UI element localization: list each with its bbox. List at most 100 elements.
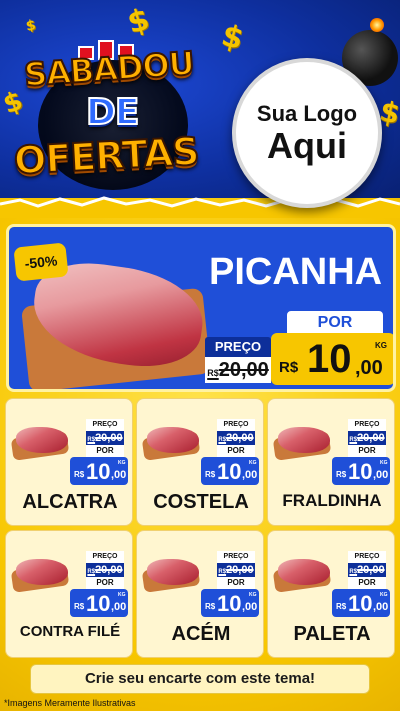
product-card[interactable]: PREÇO R$20,00 POR R$ 10 ,00 KG FRALDINHA	[267, 398, 395, 526]
product-image	[16, 427, 68, 453]
product-image	[278, 427, 330, 453]
discount-badge: -50%	[13, 242, 69, 282]
price-integer: 10	[86, 591, 111, 616]
product-card[interactable]: PREÇO R$20,00 POR R$ 10 ,00 KG COSTELA	[136, 398, 264, 526]
price-unit: KG	[118, 460, 126, 466]
preco-label: PREÇO	[86, 419, 124, 431]
preco-label: PREÇO	[217, 419, 255, 431]
por-label: POR	[217, 577, 255, 589]
old-price: R$20,00	[348, 563, 386, 577]
old-price-value: 20,00	[357, 432, 385, 444]
price-currency: R$	[336, 602, 347, 611]
old-price-currency: R$	[349, 569, 358, 575]
price-currency: R$	[336, 470, 347, 479]
preco-label: PREÇO	[348, 419, 386, 431]
new-price: R$ 10 ,00 KG	[70, 589, 128, 617]
preco-label: PREÇO	[348, 551, 386, 563]
old-price-value: 20,00	[226, 432, 254, 444]
product-image	[16, 559, 68, 585]
title-line-2: DE	[85, 91, 141, 134]
product-name: ACÉM	[171, 623, 231, 645]
product-card[interactable]: PREÇO R$20,00 POR R$ 10 ,00 KG ALCATRA	[5, 398, 133, 526]
old-price: R$20,00	[217, 563, 255, 577]
new-price: R$ 10 ,00 KG	[271, 333, 393, 385]
product-name: COSTELA	[153, 491, 249, 513]
por-label: POR	[86, 577, 124, 589]
old-price-currency: R$	[87, 569, 96, 575]
price-integer: 10	[217, 591, 242, 616]
product-image	[147, 427, 199, 453]
product-image	[147, 559, 199, 585]
old-price-value: 20,00	[218, 359, 269, 381]
product-name: CONTRA FILÉ	[19, 623, 121, 640]
logo-text-line-2: Aqui	[267, 125, 347, 167]
price-decimals: ,00	[111, 469, 127, 481]
preco-label: PREÇO	[205, 337, 271, 357]
old-price-currency: R$	[207, 368, 219, 378]
dollar-icon: $	[123, 1, 154, 42]
price-unit: KG	[375, 341, 387, 350]
old-price: R$20,00	[86, 431, 124, 445]
old-price: R$20,00	[205, 357, 271, 383]
dollar-icon: $	[24, 17, 38, 35]
product-card[interactable]: PREÇO R$20,00 POR R$ 10 ,00 KG CONTRA FI…	[5, 530, 133, 658]
product-name: PALETA	[293, 623, 371, 645]
old-price: R$20,00	[348, 431, 386, 445]
dollar-icon: $	[0, 85, 27, 121]
logo-text-line-1: Sua Logo	[256, 101, 358, 127]
price-currency: R$	[74, 470, 85, 479]
price-integer: 10	[307, 337, 352, 381]
featured-product-card[interactable]: -50% PICANHA POR PREÇO R$20,00 R$ 10 ,00…	[6, 224, 396, 392]
preco-label: PREÇO	[86, 551, 124, 563]
por-label: POR	[348, 445, 386, 457]
old-price-value: 20,00	[95, 564, 123, 576]
por-label: POR	[348, 577, 386, 589]
dollar-icon: $	[217, 17, 248, 58]
product-image	[278, 559, 330, 585]
new-price: R$ 10 ,00 KG	[201, 457, 259, 485]
por-label: POR	[287, 311, 383, 335]
por-label: POR	[217, 445, 255, 457]
spark-icon	[370, 18, 384, 32]
price-decimals: ,00	[355, 357, 383, 379]
new-price: R$ 10 ,00 KG	[201, 589, 259, 617]
price-integer: 10	[217, 459, 242, 484]
old-price: R$20,00	[217, 431, 255, 445]
cta-banner[interactable]: Crie seu encarte com este tema!	[30, 664, 370, 694]
price-integer: 10	[348, 459, 373, 484]
price-integer: 10	[86, 459, 111, 484]
product-card[interactable]: PREÇO R$20,00 POR R$ 10 ,00 KG ACÉM	[136, 530, 264, 658]
logo-placeholder[interactable]: Sua Logo Aqui	[232, 58, 382, 208]
price-currency: R$	[205, 470, 216, 479]
price-currency: R$	[205, 602, 216, 611]
price-unit: KG	[249, 592, 257, 598]
price-integer: 10	[348, 591, 373, 616]
price-decimals: ,00	[242, 469, 258, 481]
old-price-currency: R$	[349, 437, 358, 443]
title-line-3: OFERTAS	[12, 128, 201, 184]
old-price: R$20,00	[86, 563, 124, 577]
por-label: POR	[86, 445, 124, 457]
product-name: FRALDINHA	[282, 491, 382, 510]
price-decimals: ,00	[373, 601, 389, 613]
price-decimals: ,00	[242, 601, 258, 613]
price-unit: KG	[249, 460, 257, 466]
price-currency: R$	[279, 359, 299, 376]
product-card[interactable]: PREÇO R$20,00 POR R$ 10 ,00 KG PALETA	[267, 530, 395, 658]
new-price: R$ 10 ,00 KG	[70, 457, 128, 485]
old-price-value: 20,00	[95, 432, 123, 444]
price-unit: KG	[380, 460, 388, 466]
price-unit: KG	[380, 592, 388, 598]
old-price-value: 20,00	[357, 564, 385, 576]
preco-label: PREÇO	[217, 551, 255, 563]
old-price-currency: R$	[218, 569, 227, 575]
old-price-currency: R$	[218, 437, 227, 443]
price-decimals: ,00	[111, 601, 127, 613]
product-name: ALCATRA	[22, 491, 118, 513]
price-unit: KG	[118, 592, 126, 598]
product-name: PICANHA	[209, 251, 383, 293]
old-price-currency: R$	[87, 437, 96, 443]
price-decimals: ,00	[373, 469, 389, 481]
new-price: R$ 10 ,00 KG	[332, 457, 390, 485]
old-price-value: 20,00	[226, 564, 254, 576]
